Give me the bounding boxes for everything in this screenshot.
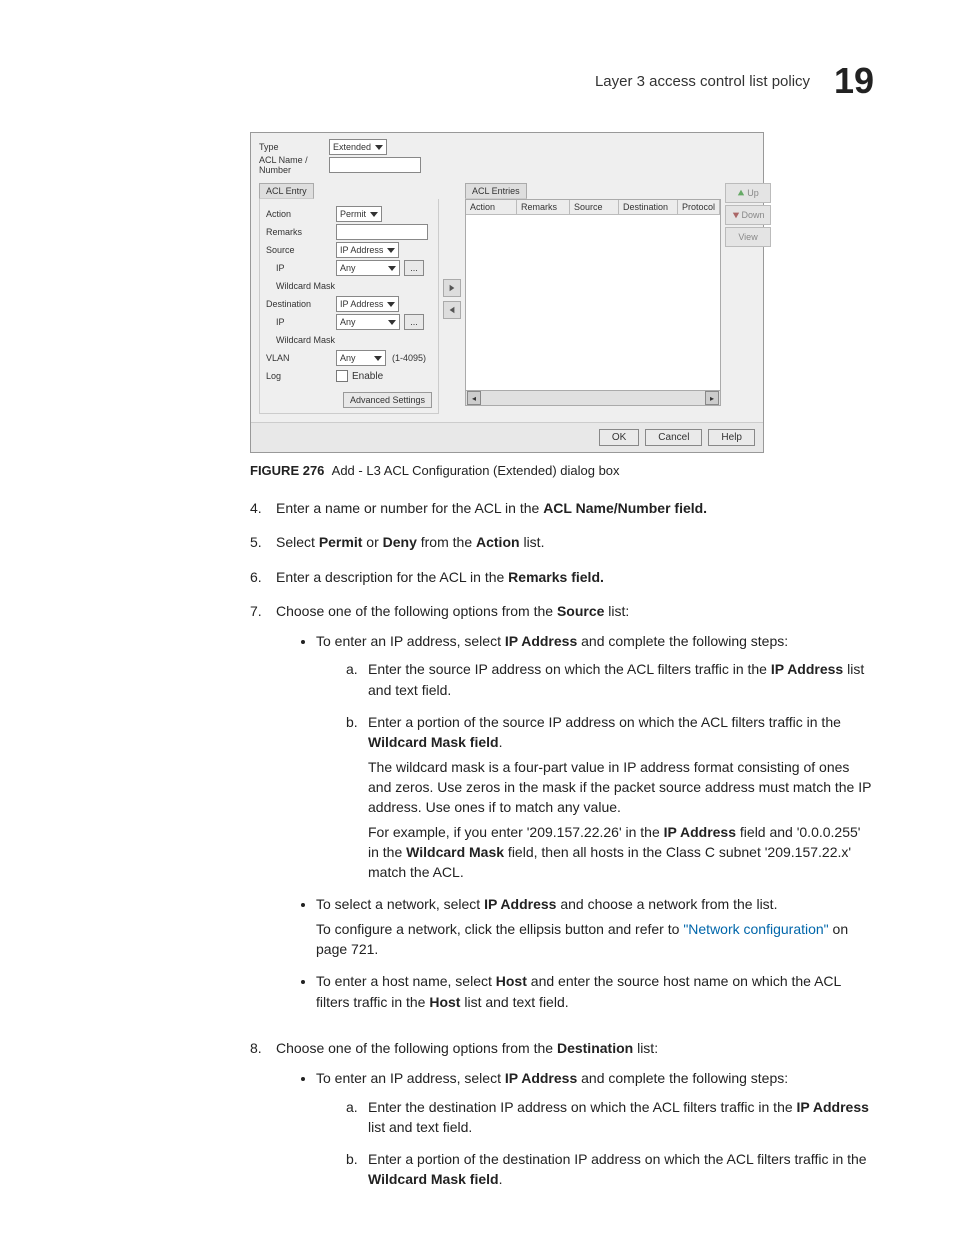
action-dropdown[interactable]: Permit [336, 206, 382, 222]
chevron-down-icon [374, 356, 382, 361]
log-enable-label: Enable [352, 371, 383, 382]
step-7a: a. Enter the source IP address on which … [346, 659, 874, 700]
view-button[interactable]: View [725, 227, 771, 247]
ok-button[interactable]: OK [599, 429, 639, 446]
page-header: Layer 3 access control list policy 19 [80, 60, 874, 102]
help-button[interactable]: Help [708, 429, 755, 446]
col-action: Action [466, 200, 517, 214]
destination-dropdown[interactable]: IP Address [336, 296, 399, 312]
chevron-down-icon [387, 302, 395, 307]
remarks-label: Remarks [266, 227, 336, 237]
type-dropdown[interactable]: Extended [329, 139, 387, 155]
action-label: Action [266, 209, 336, 219]
col-destination: Destination [619, 200, 678, 214]
step-8a: a. Enter the destination IP address on w… [346, 1097, 874, 1138]
section-title: Layer 3 access control list policy [595, 73, 810, 90]
col-remarks: Remarks [517, 200, 570, 214]
dest-ip-ellipsis-button[interactable]: ... [404, 314, 424, 330]
step-4: 4. Enter a name or number for the ACL in… [250, 498, 874, 518]
vlan-label: VLAN [266, 353, 336, 363]
chevron-down-icon [388, 320, 396, 325]
chevron-down-icon [387, 248, 395, 253]
dest-ip-label: IP [266, 317, 336, 327]
scroll-right-icon[interactable]: ▸ [705, 391, 719, 405]
type-label: Type [259, 142, 329, 152]
step-7b: b. Enter a portion of the source IP addr… [346, 712, 874, 882]
step-5: 5. Select Permit or Deny from the Action… [250, 532, 874, 552]
cancel-button[interactable]: Cancel [645, 429, 702, 446]
vlan-dropdown[interactable]: Any [336, 350, 386, 366]
tab-acl-entries[interactable]: ACL Entries [465, 183, 527, 199]
chapter-number: 19 [834, 60, 874, 102]
step-7-bullet-1: To enter an IP address, select IP Addres… [316, 631, 874, 882]
step-7-bullet-3: To enter a host name, select Host and en… [316, 971, 874, 1012]
acl-name-input[interactable] [329, 157, 421, 173]
remove-entry-button[interactable] [443, 301, 461, 319]
network-configuration-link[interactable]: "Network configuration" [683, 921, 828, 937]
acl-name-label: ACL Name / Number [259, 155, 329, 175]
col-source: Source [570, 200, 619, 214]
acl-config-dialog: Type Extended ACL Name / Number ACL Entr… [250, 132, 764, 453]
table-scrollbar[interactable]: ◂ ▸ [466, 390, 720, 405]
source-label: Source [266, 245, 336, 255]
dest-wildcard-label: Wildcard Mask [266, 335, 336, 345]
log-label: Log [266, 371, 336, 381]
down-button[interactable]: Down [725, 205, 771, 225]
up-button[interactable]: Up [725, 183, 771, 203]
step-8: 8. Choose one of the following options f… [250, 1038, 874, 1202]
source-ip-label: IP [266, 263, 336, 273]
figure-caption: FIGURE 276 Add - L3 ACL Configuration (E… [250, 463, 874, 478]
add-entry-button[interactable] [443, 279, 461, 297]
step-8b: b. Enter a portion of the destination IP… [346, 1149, 874, 1190]
step-7: 7. Choose one of the following options f… [250, 601, 874, 1024]
destination-label: Destination [266, 299, 336, 309]
advanced-settings-button[interactable]: Advanced Settings [343, 392, 432, 408]
col-protocol: Protocol [678, 200, 720, 214]
log-enable-checkbox[interactable] [336, 370, 348, 382]
step-8-bullet-1: To enter an IP address, select IP Addres… [316, 1068, 874, 1189]
dest-ip-dropdown[interactable]: Any [336, 314, 400, 330]
source-dropdown[interactable]: IP Address [336, 242, 399, 258]
step-7-bullet-2: To select a network, select IP Address a… [316, 894, 874, 959]
chevron-down-icon [388, 266, 396, 271]
step-6: 6. Enter a description for the ACL in th… [250, 567, 874, 587]
source-ip-dropdown[interactable]: Any [336, 260, 400, 276]
chevron-down-icon [370, 212, 378, 217]
chevron-down-icon [375, 145, 383, 150]
remarks-input[interactable] [336, 224, 428, 240]
vlan-hint: (1-4095) [392, 353, 426, 363]
source-wildcard-label: Wildcard Mask [266, 281, 336, 291]
entries-table: Action Remarks Source Destination Protoc… [465, 199, 721, 406]
source-ip-ellipsis-button[interactable]: ... [404, 260, 424, 276]
scroll-left-icon[interactable]: ◂ [467, 391, 481, 405]
tab-acl-entry[interactable]: ACL Entry [259, 183, 314, 199]
